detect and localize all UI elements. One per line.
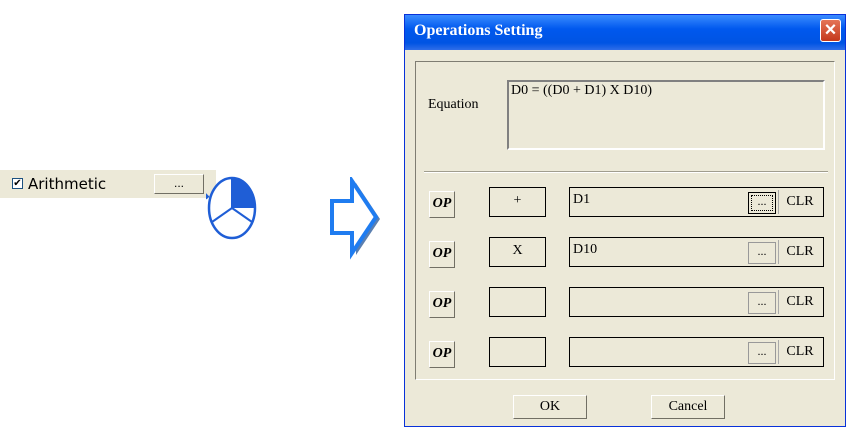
equation-text: D0 = ((D0 + D1) X D10) [511,83,652,98]
operand-browse-button-3[interactable]: ... [748,292,776,314]
clear-button-1[interactable]: CLR [780,190,820,214]
operator-field-3[interactable] [489,287,546,317]
op-button-3[interactable]: OP [429,291,455,318]
mouse-click-icon [206,176,257,240]
operand-value: D1 [573,192,591,207]
operand-browse-button-4[interactable]: ... [748,342,776,364]
equation-display: D0 = ((D0 + D1) X D10) [507,80,825,150]
operator-field-2[interactable]: X [489,237,546,267]
op-button-4[interactable]: OP [429,341,455,368]
divider [778,340,779,364]
dialog-titlebar[interactable]: Operations Setting × [405,15,845,50]
op-button-2[interactable]: OP [429,241,455,268]
divider [778,190,779,214]
operator-field-1[interactable]: + [489,187,546,217]
operand-field-4[interactable]: ... CLR [569,337,824,367]
right-arrow-icon [330,177,380,260]
operand-field-3[interactable]: ... CLR [569,287,824,317]
operand-field-1[interactable]: D1 ... CLR [569,187,824,217]
operations-setting-dialog: Operations Setting × Equation D0 = ((D0 … [404,14,846,427]
operand-browse-button-1[interactable]: ... [748,192,776,214]
op-button-1[interactable]: OP [429,191,455,218]
clear-button-2[interactable]: CLR [780,240,820,264]
operand-value: D10 [573,242,598,257]
arithmetic-checkbox[interactable]: ✔ [12,178,23,189]
clear-button-3[interactable]: CLR [780,290,820,314]
divider [778,290,779,314]
equation-label: Equation [428,97,479,112]
close-button[interactable]: × [820,19,841,42]
divider [778,240,779,264]
arithmetic-option-strip: ✔ Arithmetic ... [0,170,216,198]
operator-field-4[interactable] [489,337,546,367]
operations-panel: Equation D0 = ((D0 + D1) X D10) OP + D1 … [415,61,835,380]
divider [424,171,828,173]
arithmetic-checkbox-label: Arithmetic [28,175,107,193]
arithmetic-browse-button[interactable]: ... [154,174,204,194]
operand-field-2[interactable]: D10 ... CLR [569,237,824,267]
operand-browse-button-2[interactable]: ... [748,242,776,264]
cancel-button[interactable]: Cancel [651,395,725,419]
ok-button[interactable]: OK [513,395,587,419]
dialog-title: Operations Setting [414,22,543,39]
close-icon: × [824,19,837,41]
clear-button-4[interactable]: CLR [780,340,820,364]
